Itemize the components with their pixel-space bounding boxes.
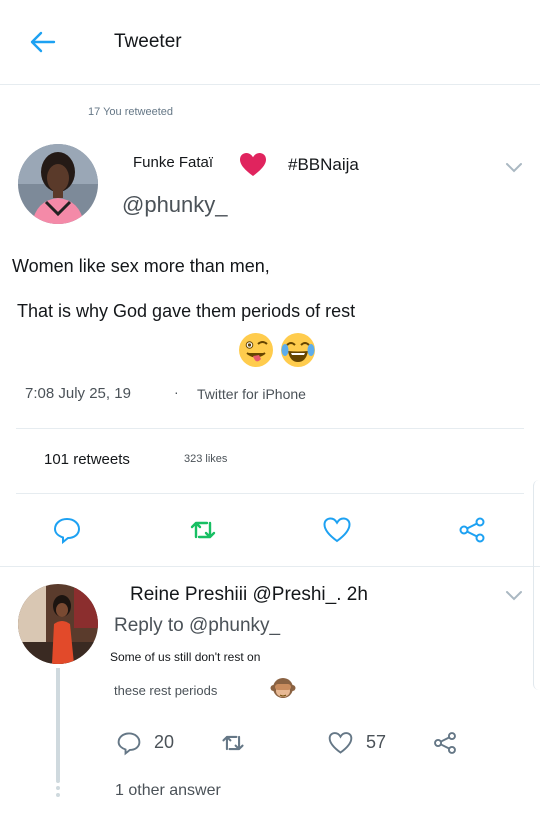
reply-to-label[interactable]: Reply to @phunky_ (114, 615, 280, 637)
reply-icon[interactable] (116, 730, 142, 756)
winking-face-with-tongue-icon (239, 333, 273, 367)
reply-count: 20 (154, 732, 175, 752)
retweet-icon[interactable] (219, 730, 247, 756)
thread-dots (56, 779, 60, 797)
reply-icon[interactable] (52, 515, 82, 545)
like-icon[interactable] (327, 730, 354, 756)
share-icon[interactable] (432, 730, 458, 756)
retweet-icon[interactable] (188, 515, 218, 545)
scroll-indicator (533, 480, 540, 690)
reply-author[interactable]: Reine Preshiii @Preshi_. 2h (130, 584, 368, 606)
divider (16, 428, 524, 429)
chevron-down-icon[interactable] (504, 160, 524, 174)
chevron-down-icon[interactable] (504, 588, 524, 602)
avatar[interactable] (18, 144, 98, 224)
retweet-count[interactable]: 101 retweets (44, 451, 130, 468)
reply-avatar[interactable] (18, 584, 98, 664)
like-count: 57 (366, 732, 387, 752)
see-no-evil-monkey-icon (270, 678, 296, 698)
page-title: Tweeter (114, 31, 182, 52)
hashtag-link[interactable]: #BBNaija (288, 155, 359, 175)
other-answers-link[interactable]: 1 other answer (115, 782, 221, 800)
share-icon[interactable] (457, 515, 487, 545)
tweet-text-line: That is why God gave them periods of res… (17, 301, 356, 321)
retweet-notice: 17 You retweeted (88, 106, 174, 118)
divider (16, 493, 524, 494)
divider (0, 566, 540, 567)
tweet-text-line: Women like sex more than men, (12, 256, 270, 276)
face-with-tears-of-joy-icon (281, 333, 315, 367)
tweet-client: Twitter for iPhone (197, 386, 306, 402)
like-icon[interactable] (322, 515, 352, 545)
red-heart-icon (240, 153, 266, 176)
tweet-timestamp: 7:08 July 25, 19 (25, 385, 131, 402)
reply-text-line: these rest periods (114, 683, 218, 698)
meta-separator: · (174, 384, 179, 400)
top-bar (0, 0, 540, 85)
like-count[interactable]: 323 likes (184, 453, 227, 465)
author-handle[interactable]: @phunky_ (122, 192, 228, 218)
back-arrow-icon[interactable] (28, 28, 56, 56)
author-name[interactable]: Funke Fataï (133, 154, 213, 171)
thread-line (56, 668, 60, 780)
reply-text-line: Some of us still don't rest on (110, 650, 261, 664)
